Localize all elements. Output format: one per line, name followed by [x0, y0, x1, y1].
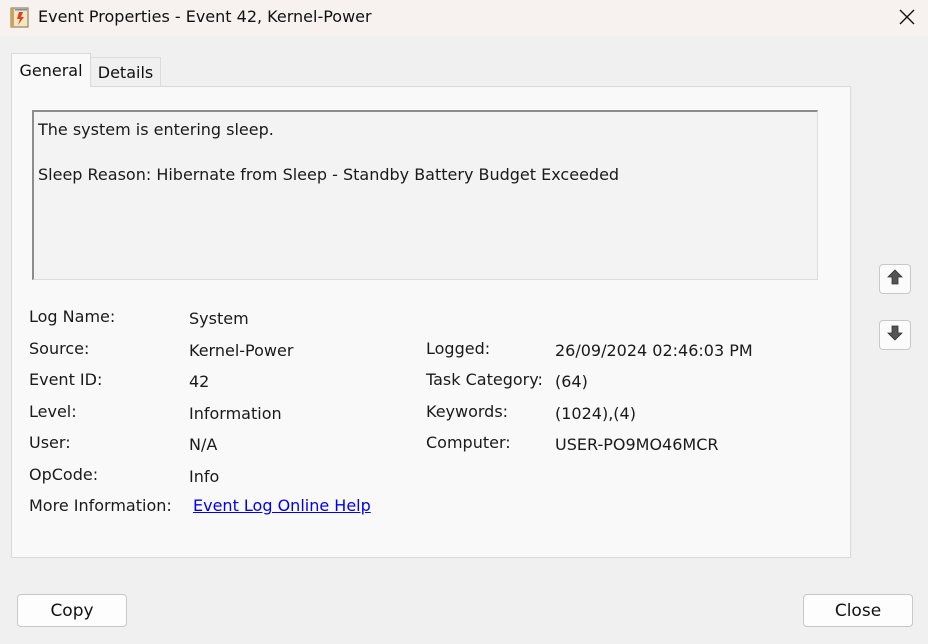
keywords-label: Keywords:	[426, 402, 509, 421]
more-information-label: More Information:	[29, 496, 172, 515]
window-title: Event Properties - Event 42, Kernel-Powe…	[38, 7, 372, 26]
source-label: Source:	[29, 339, 90, 358]
keywords-value: (1024),(4)	[555, 404, 636, 423]
logged-value: 26/09/2024 02:46:03 PM	[555, 341, 753, 360]
user-label: User:	[29, 433, 71, 452]
arrow-down-icon	[887, 325, 903, 345]
computer-value: USER-PO9MO46MCR	[555, 435, 719, 454]
user-value: N/A	[189, 435, 218, 454]
tab-general[interactable]: General	[11, 53, 91, 87]
copy-button[interactable]: Copy	[17, 594, 127, 627]
event-viewer-icon	[10, 6, 30, 28]
computer-label: Computer:	[426, 433, 511, 452]
close-icon[interactable]	[894, 4, 920, 30]
task-category-value: (64)	[555, 372, 588, 391]
arrow-up-icon	[887, 269, 903, 289]
description-line: Sleep Reason: Hibernate from Sleep - Sta…	[38, 165, 620, 184]
event-id-label: Event ID:	[29, 370, 103, 389]
opcode-label: OpCode:	[29, 465, 99, 484]
event-description-box[interactable]: The system is entering sleep. Sleep Reas…	[32, 110, 818, 280]
opcode-value: Info	[189, 467, 220, 486]
log-name-value: System	[189, 309, 249, 328]
event-id-value: 42	[189, 372, 210, 391]
logged-label: Logged:	[426, 339, 491, 358]
source-value: Kernel-Power	[189, 341, 294, 360]
previous-event-button[interactable]	[879, 264, 911, 294]
level-value: Information	[189, 404, 282, 423]
close-button[interactable]: Close	[803, 594, 913, 627]
description-line: The system is entering sleep.	[38, 120, 274, 139]
task-category-label: Task Category:	[426, 370, 543, 389]
next-event-button[interactable]	[879, 320, 911, 350]
event-log-online-help-link[interactable]: Event Log Online Help	[193, 496, 371, 515]
title-bar: Event Properties - Event 42, Kernel-Powe…	[0, 0, 928, 36]
tab-details[interactable]: Details	[91, 57, 161, 87]
level-label: Level:	[29, 402, 77, 421]
log-name-label: Log Name:	[29, 307, 116, 326]
